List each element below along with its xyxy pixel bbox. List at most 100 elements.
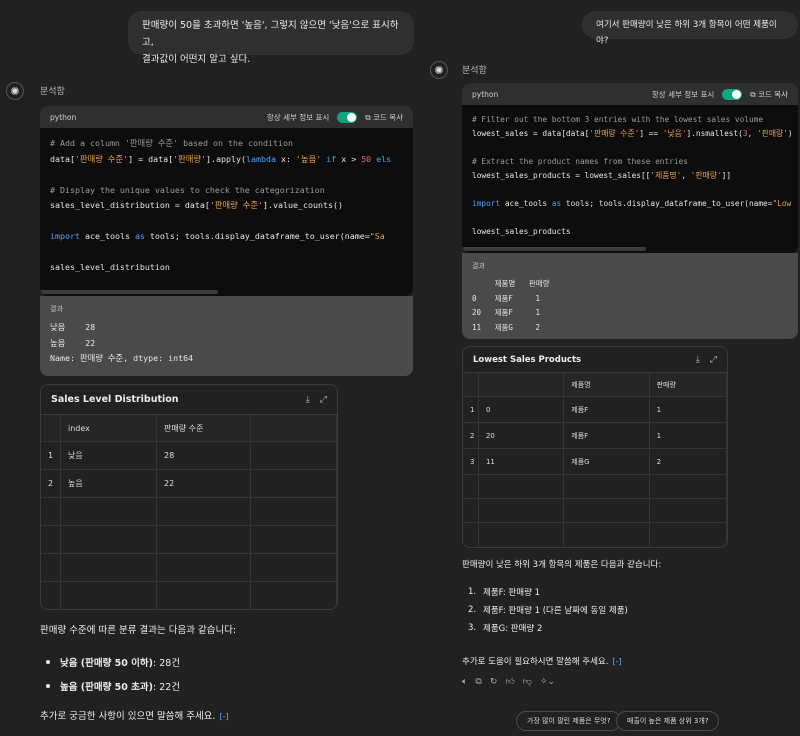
summary-intro: 판매량이 낮은 하위 3개 항목의 제품은 다음과 같습니다:	[462, 560, 662, 570]
code-scrollbar[interactable]	[40, 290, 218, 294]
table-cell: 28	[157, 442, 251, 469]
summary-ordered-list: 1. 제품F: 판매량 1 2. 제품F: 판매량 1 (다른 날짜에 동일 제품)…	[468, 583, 628, 637]
table-header-cell: 제품명	[564, 373, 650, 396]
expand-icon[interactable]: ⤢	[320, 395, 327, 405]
list-text: 제품G: 판매량 2	[483, 624, 543, 634]
list-item: 높음 (판매량 50 초과) : 22건	[46, 679, 180, 693]
list-text: 제품F: 판매량 1 (다른 날짜에 동일 제품)	[483, 606, 628, 616]
table-cell	[251, 442, 337, 469]
table-cell: 낮음	[61, 442, 157, 469]
result-line: 0 제품F 1	[472, 293, 540, 303]
code-scrollbar[interactable]	[462, 247, 646, 251]
table-cell: 제품G	[564, 449, 650, 474]
code-content: # Add a column '판매량 수준' based on the con…	[50, 138, 392, 272]
result-label: 결과	[50, 305, 63, 313]
user-message-line-2: 결과값이 어떤지 알고 싶다.	[142, 54, 251, 65]
closing-message: 추가로 도움이 필요하시면 말씀해 주세요. [-]	[462, 654, 622, 670]
result-line: 제품명 판매량	[472, 279, 550, 288]
table-title-bar: Sales Level Distribution ⤓ ⤢	[41, 385, 337, 415]
table-row-empty	[463, 499, 727, 523]
source-link-icon[interactable]: [-]	[612, 654, 621, 669]
table-cell: 11	[479, 449, 565, 474]
table-header-row: index 판매량 수준	[41, 415, 337, 442]
table-cell: 2	[41, 470, 61, 497]
dataframe-table: Lowest Sales Products ⤓ ⤢ 제품명 판매량 1 0 제품…	[462, 346, 728, 548]
result-output: 결과 제품명 판매량 0 제품F 1 20 제품F 1 11 제품G 2	[462, 253, 798, 339]
table-row: 1 낮음 28	[41, 442, 337, 470]
table-cell: 0	[479, 397, 565, 422]
assistant-logo-icon: ✺	[430, 61, 448, 79]
code-language: python	[472, 89, 499, 99]
show-details-toggle[interactable]	[337, 111, 358, 123]
list-item: 2. 제품F: 판매량 1 (다른 날짜에 동일 제품)	[468, 601, 628, 619]
list-number: 3.	[468, 623, 477, 633]
result-line: Name: 판매량 수준, dtype: int64	[50, 353, 194, 363]
analysis-label[interactable]: 분석함	[40, 84, 65, 97]
expand-icon[interactable]: ⤢	[710, 355, 717, 365]
copy-code-button[interactable]: ⧉ 코드 복사	[365, 112, 403, 123]
bullet-bold: 낮음 (판매량 50 이하)	[60, 658, 154, 669]
show-details-toggle[interactable]	[722, 88, 743, 100]
user-message: 판매량이 50을 초과하면 '높음', 그렇지 않으면 '낮음'으로 표시하고,…	[128, 11, 414, 65]
list-number: 2.	[468, 605, 477, 615]
bullet-dot	[46, 660, 50, 664]
code-header: python 항상 세부 정보 표시 ⧉ 코드 복사	[40, 106, 413, 128]
table-row-empty	[41, 526, 337, 554]
table-row-empty	[463, 523, 727, 547]
table-cell: 1	[650, 423, 727, 448]
user-message-line-1: 판매량이 50을 초과하면 '높음', 그렇지 않으면 '낮음'으로 표시하고,	[142, 20, 399, 48]
code-language: python	[50, 112, 77, 122]
table-grid: 제품명 판매량 1 0 제품F 1 2 20 제품F 1 3 11 제품G 2	[463, 373, 727, 547]
download-icon[interactable]: ⤓	[696, 355, 700, 365]
result-output: 결과 낮음 28 높음 22 Name: 판매량 수준, dtype: int6…	[40, 296, 413, 376]
copy-icon: ⧉	[365, 112, 374, 122]
copy-code-label: 코드 복사	[373, 112, 403, 122]
list-item: 3. 제품G: 판매량 2	[468, 619, 628, 637]
table-header-cell	[478, 373, 565, 396]
thumbs-up-icon[interactable]: 👍︎	[505, 677, 514, 687]
table-title-bar: Lowest Sales Products ⤓ ⤢	[463, 347, 727, 373]
table-cell: 제품F	[564, 423, 650, 448]
analysis-label[interactable]: 분석함	[462, 63, 487, 76]
table-header-cell	[41, 415, 61, 441]
table-cell: 1	[463, 397, 479, 422]
bullet-text: : 22건	[153, 682, 181, 693]
bullet-text: : 28건	[153, 658, 181, 669]
table-row-empty	[463, 475, 727, 499]
table-row: 2 20 제품F 1	[463, 423, 727, 449]
bullet-bold: 높음 (판매량 50 초과)	[60, 682, 154, 693]
closing-text: 추가로 궁금한 사항이 있으면 말씀해 주세요.	[40, 711, 216, 722]
result-line: 11 제품G 2	[472, 322, 540, 332]
table-row: 1 0 제품F 1	[463, 397, 727, 423]
table-cell	[251, 470, 337, 497]
code-block: python 항상 세부 정보 표시 ⧉ 코드 복사 # Filter out …	[462, 83, 798, 253]
model-switch-icon[interactable]: ✧⌄	[540, 677, 555, 687]
code-block: python 항상 세부 정보 표시 ⧉ 코드 복사 # Add a colum…	[40, 106, 413, 296]
code-header: python 항상 세부 정보 표시 ⧉ 코드 복사	[462, 83, 798, 105]
message-actions: 🔈︎ ⧉ ↻ 👍︎ 👎︎ ✧⌄	[462, 677, 555, 687]
read-aloud-icon[interactable]: 🔈︎	[462, 677, 467, 687]
user-message: 여기서 판매량이 낮은 하위 3개 항목이 어떤 제품이야?	[582, 11, 798, 46]
copy-icon[interactable]: ⧉	[475, 677, 481, 687]
table-header-cell	[251, 415, 337, 441]
closing-text: 추가로 도움이 필요하시면 말씀해 주세요.	[462, 657, 609, 667]
copy-code-button[interactable]: ⧉ 코드 복사	[750, 89, 788, 100]
show-details-label: 항상 세부 정보 표시	[266, 112, 330, 122]
table-header-row: 제품명 판매량	[463, 373, 727, 397]
regenerate-icon[interactable]: ↻	[490, 677, 498, 687]
list-number: 1.	[468, 587, 477, 597]
download-icon[interactable]: ⤓	[306, 395, 310, 405]
table-title: Lowest Sales Products	[473, 354, 582, 365]
source-link-icon[interactable]: [-]	[219, 709, 228, 724]
bullet-dot	[46, 684, 50, 688]
thumbs-down-icon[interactable]: 👎︎	[523, 677, 532, 687]
copy-icon: ⧉	[750, 89, 759, 99]
result-label: 결과	[472, 262, 485, 270]
table-row-empty	[41, 554, 337, 582]
table-row-empty	[41, 498, 337, 526]
suggestion-button[interactable]: 매출이 높은 제품 상위 3개?	[616, 711, 720, 731]
table-cell: 2	[463, 423, 479, 448]
suggestion-button[interactable]: 가장 많이 팔린 제품은 무엇?	[516, 711, 622, 731]
summary-bullets: 낮음 (판매량 50 이하) : 28건 높음 (판매량 50 초과) : 22…	[46, 655, 180, 703]
table-cell: 1	[41, 442, 61, 469]
